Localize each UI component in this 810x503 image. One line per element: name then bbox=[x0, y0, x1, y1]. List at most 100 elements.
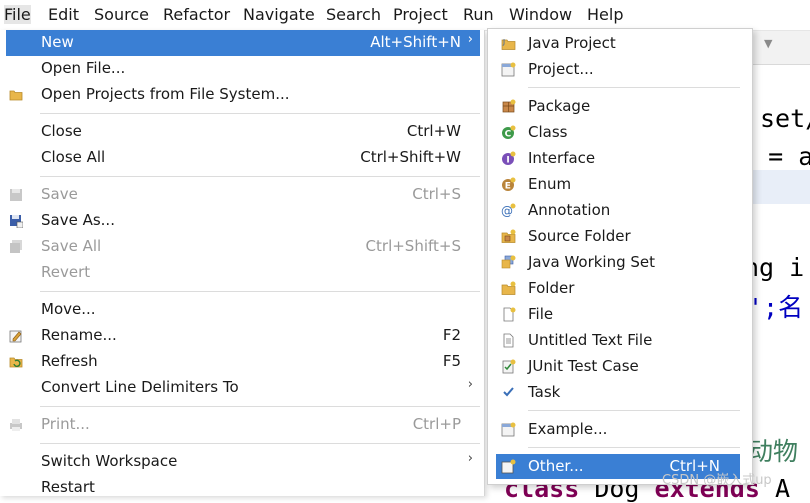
menu-item-save[interactable]: Save Ctrl+S bbox=[6, 182, 480, 208]
folder-icon bbox=[9, 90, 23, 101]
file-icon bbox=[503, 307, 516, 322]
menu-item-close[interactable]: Close Ctrl+W bbox=[6, 119, 480, 145]
project-icon bbox=[501, 62, 516, 77]
file-menu: New Alt+Shift+N › Open File... Open Proj… bbox=[0, 30, 485, 496]
menu-item-label: Move... bbox=[41, 300, 96, 318]
menu-item-accelerator: Alt+Shift+N bbox=[370, 33, 461, 51]
submenu-item-label: Source Folder bbox=[528, 227, 631, 245]
menu-search[interactable]: Search bbox=[326, 5, 381, 24]
menu-separator bbox=[40, 443, 480, 444]
submenu-item-label: Package bbox=[528, 97, 591, 115]
menu-item-new[interactable]: New Alt+Shift+N › bbox=[6, 30, 480, 56]
rename-icon bbox=[9, 330, 22, 343]
menu-item-open-file[interactable]: Open File... bbox=[6, 56, 480, 82]
submenu-item-task[interactable]: Task bbox=[496, 380, 740, 405]
menu-item-open-projects[interactable]: Open Projects from File System... bbox=[6, 82, 480, 108]
submenu-item-label: Annotation bbox=[528, 201, 611, 219]
menu-item-close-all[interactable]: Close All Ctrl+Shift+W bbox=[6, 145, 480, 171]
save-as-icon bbox=[10, 215, 23, 228]
enum-icon: E bbox=[502, 177, 516, 192]
menu-separator bbox=[40, 176, 480, 177]
menu-item-revert[interactable]: Revert bbox=[6, 260, 480, 286]
submenu-item-label: Enum bbox=[528, 175, 572, 193]
editor-tab-strip bbox=[748, 30, 810, 65]
folder-icon bbox=[501, 281, 516, 295]
submenu-arrow-icon: › bbox=[467, 377, 473, 392]
submenu-item-label: Interface bbox=[528, 149, 596, 167]
menu-item-convert-line-delimiters[interactable]: Convert Line Delimiters To › bbox=[6, 375, 480, 401]
menu-navigate[interactable]: Navigate bbox=[243, 5, 315, 24]
svg-text:C: C bbox=[505, 130, 512, 140]
menu-item-label: Open Projects from File System... bbox=[41, 85, 290, 103]
submenu-item-file[interactable]: File bbox=[496, 302, 740, 327]
text-file-icon bbox=[503, 333, 514, 348]
menu-run[interactable]: Run bbox=[463, 5, 494, 24]
menu-item-label: Save bbox=[41, 185, 78, 203]
menu-item-label: New bbox=[41, 33, 74, 51]
submenu-item-label: Project... bbox=[528, 60, 594, 78]
menu-project[interactable]: Project bbox=[393, 5, 448, 24]
menu-item-label: Rename... bbox=[41, 326, 117, 344]
submenu-item-folder[interactable]: Folder bbox=[496, 276, 740, 301]
menu-item-accelerator: Ctrl+W bbox=[406, 122, 461, 140]
menu-item-rename[interactable]: Rename... F2 bbox=[6, 323, 480, 349]
submenu-item-java-project[interactable]: J Java Project bbox=[496, 31, 740, 56]
submenu-item-java-working-set[interactable]: Java Working Set bbox=[496, 250, 740, 275]
menu-file[interactable]: File bbox=[4, 5, 31, 24]
code-comment: 动物 bbox=[748, 437, 799, 466]
interface-icon: I bbox=[502, 151, 516, 166]
menu-item-label: Save As... bbox=[41, 211, 115, 229]
java-project-icon: J bbox=[501, 38, 516, 50]
submenu-item-annotation[interactable]: @ Annotation bbox=[496, 198, 740, 223]
package-icon bbox=[502, 99, 516, 113]
new-submenu: J Java Project Project... Package C Clas… bbox=[487, 28, 753, 485]
menu-separator bbox=[528, 87, 740, 88]
submenu-item-label: Java Project bbox=[528, 34, 616, 52]
submenu-item-interface[interactable]: I Interface bbox=[496, 146, 740, 171]
menu-edit[interactable]: Edit bbox=[48, 5, 79, 24]
menu-refactor[interactable]: Refactor bbox=[163, 5, 230, 24]
menu-item-accelerator: Ctrl+Shift+S bbox=[365, 237, 461, 255]
submenu-item-project[interactable]: Project... bbox=[496, 57, 740, 82]
menu-item-label: Refresh bbox=[41, 352, 98, 370]
menu-item-save-all[interactable]: Save All Ctrl+Shift+S bbox=[6, 234, 480, 260]
submenu-item-label: JUnit Test Case bbox=[528, 357, 639, 375]
menu-window[interactable]: Window bbox=[509, 5, 572, 24]
submenu-item-junit-test-case[interactable]: JUnit Test Case bbox=[496, 354, 740, 379]
submenu-item-untitled-text-file[interactable]: Untitled Text File bbox=[496, 328, 740, 353]
code-line: ';名 bbox=[748, 288, 803, 324]
submenu-item-example[interactable]: Example... bbox=[496, 417, 740, 442]
annotation-icon: @ bbox=[501, 203, 516, 218]
menu-item-label: Convert Line Delimiters To bbox=[41, 378, 239, 396]
class-icon: C bbox=[502, 125, 516, 140]
submenu-item-package[interactable]: Package bbox=[496, 94, 740, 119]
menu-item-label: Restart bbox=[41, 478, 95, 496]
submenu-item-enum[interactable]: E Enum bbox=[496, 172, 740, 197]
submenu-item-label: Other... bbox=[528, 457, 584, 475]
menu-item-print[interactable]: Print... Ctrl+P bbox=[6, 412, 480, 438]
menu-item-refresh[interactable]: Refresh F5 bbox=[6, 349, 480, 375]
menu-item-move[interactable]: Move... bbox=[6, 297, 480, 323]
menu-item-save-as[interactable]: Save As... bbox=[6, 208, 480, 234]
menu-help[interactable]: Help bbox=[587, 5, 623, 24]
working-set-icon bbox=[501, 255, 516, 269]
chevron-down-icon[interactable]: ▼ bbox=[764, 37, 772, 50]
menu-item-label: Print... bbox=[41, 415, 90, 433]
menu-item-label: Save All bbox=[41, 237, 102, 255]
source-folder-icon bbox=[501, 229, 516, 243]
menu-item-label: Close bbox=[41, 122, 82, 140]
menu-item-restart[interactable]: Restart bbox=[6, 475, 480, 501]
submenu-item-class[interactable]: C Class bbox=[496, 120, 740, 145]
menu-item-accelerator: F2 bbox=[442, 326, 461, 344]
save-all-icon bbox=[10, 240, 22, 253]
submenu-item-label: Java Working Set bbox=[528, 253, 656, 271]
junit-icon bbox=[502, 359, 516, 374]
submenu-item-source-folder[interactable]: Source Folder bbox=[496, 224, 740, 249]
menu-item-label: Open File... bbox=[41, 59, 126, 77]
menu-source[interactable]: Source bbox=[94, 5, 149, 24]
menu-separator bbox=[528, 447, 740, 448]
menu-separator bbox=[40, 406, 480, 407]
submenu-arrow-icon: › bbox=[467, 32, 473, 47]
current-line-highlight bbox=[748, 170, 810, 204]
menu-item-switch-workspace[interactable]: Switch Workspace › bbox=[6, 449, 480, 475]
